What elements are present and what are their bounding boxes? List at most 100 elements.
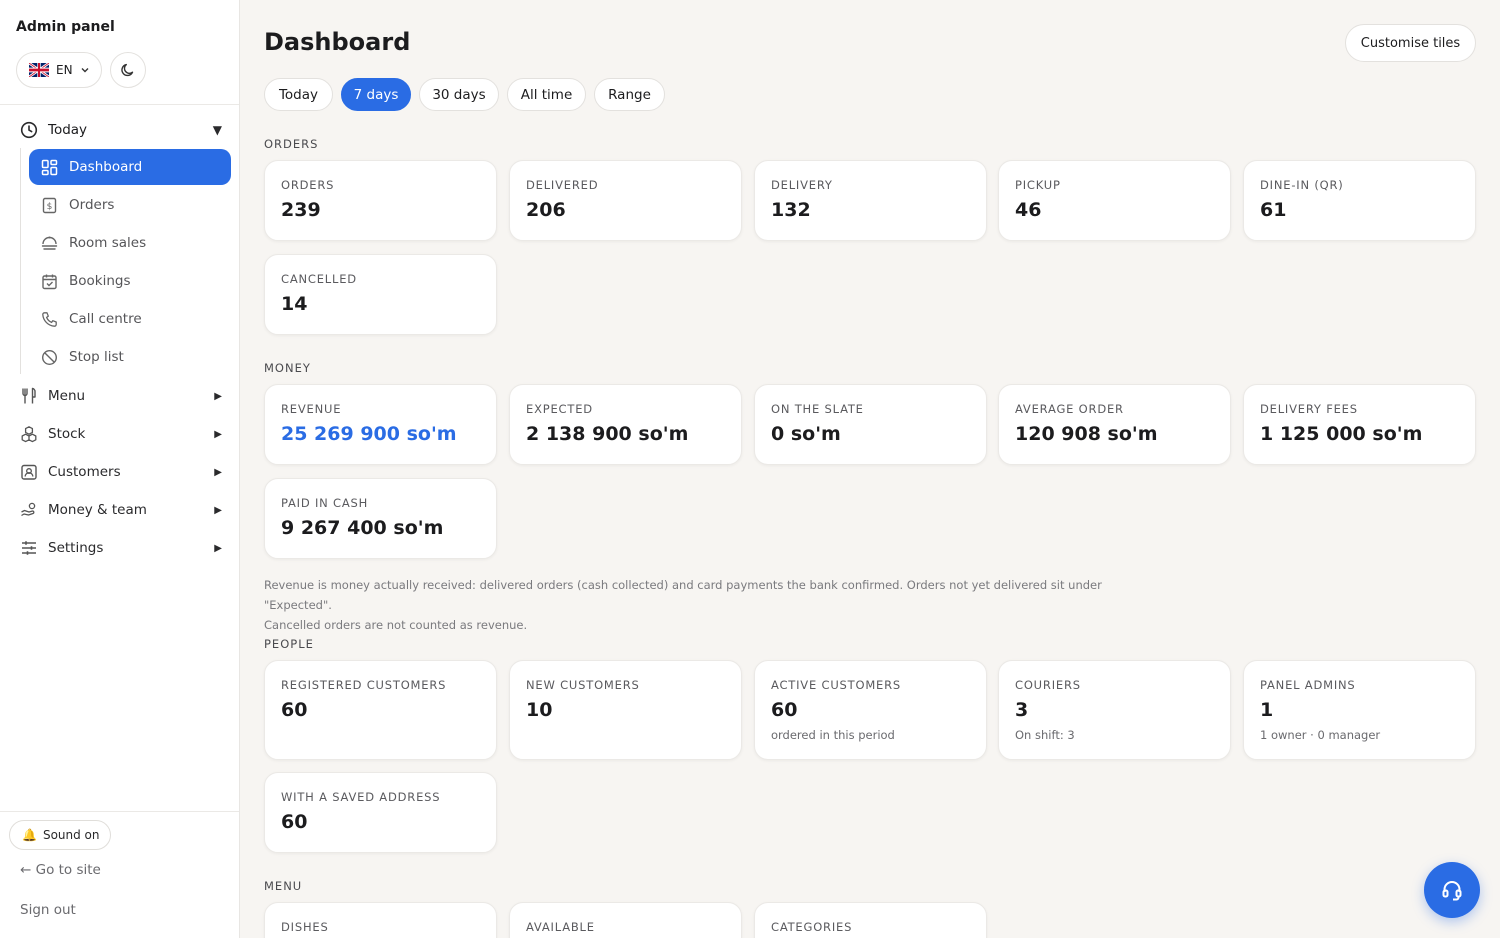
brand-title: Admin panel <box>16 19 115 35</box>
revenue-note-line: Cancelled orders are not counted as reve… <box>264 618 528 632</box>
tile-expected[interactable]: EXPECTED 2 138 900 so'm <box>509 384 742 465</box>
tile-delivery-fees[interactable]: DELIVERY FEES 1 125 000 so'm <box>1243 384 1476 465</box>
support-chat-button[interactable] <box>1424 862 1480 918</box>
tile-value: 61 <box>1260 199 1287 221</box>
tile-on-the-slate[interactable]: ON THE SLATE 0 so'm <box>754 384 987 465</box>
tile-value: 60 <box>281 699 308 721</box>
sidebar-item-label: Orders <box>69 197 115 213</box>
tile-paid-in-cash[interactable]: PAID IN CASH 9 267 400 so'm <box>264 478 497 559</box>
sound-toggle-button[interactable]: 🔔 Sound on <box>9 820 111 850</box>
language-selector[interactable]: EN <box>16 52 102 88</box>
tile-value: 1 125 000 so'm <box>1260 423 1423 445</box>
tile-new-customers[interactable]: NEW CUSTOMERS 10 <box>509 660 742 760</box>
period-range[interactable]: Range <box>594 78 665 111</box>
tile-cancelled[interactable]: CANCELLED 14 <box>264 254 497 335</box>
tile-value: 46 <box>1015 199 1042 221</box>
tile-value: 3 <box>1015 699 1029 721</box>
period-today[interactable]: Today <box>264 78 333 111</box>
period-7-days[interactable]: 7 days <box>341 78 411 111</box>
section-label-orders: ORDERS <box>264 137 319 151</box>
subnav-line <box>20 148 21 374</box>
tile-value: 0 so'm <box>771 423 841 445</box>
tile-label: DELIVERED <box>526 178 599 192</box>
dashboard-icon <box>41 159 58 175</box>
tile-label: DELIVERY <box>771 178 833 192</box>
sidebar-item-room-sales[interactable]: Room sales <box>29 225 231 261</box>
caret-right-icon: ▶ <box>214 390 222 402</box>
sliders-icon <box>22 541 36 555</box>
tile-registered-customers[interactable]: REGISTERED CUSTOMERS 60 <box>264 660 497 760</box>
revenue-note-line: Revenue is money actually received: deli… <box>264 578 1102 612</box>
revenue-note: Revenue is money actually received: deli… <box>264 575 1164 635</box>
tile-label: ON THE SLATE <box>771 402 864 416</box>
hand-coins-icon <box>21 502 36 517</box>
tile-dine-in[interactable]: DINE-IN (QR) 61 <box>1243 160 1476 241</box>
nav-group-label: Today <box>48 122 88 138</box>
tile-label: CANCELLED <box>281 272 357 286</box>
sidebar-item-bookings[interactable]: Bookings <box>29 263 231 299</box>
tile-revenue[interactable]: REVENUE 25 269 900 so'm <box>264 384 497 465</box>
sign-out-link[interactable]: Sign out <box>20 902 76 918</box>
tile-label: ORDERS <box>281 178 335 192</box>
nav-group-stock[interactable]: Stock ▶ <box>20 422 222 446</box>
tile-couriers[interactable]: COURIERS 3 On shift: 3 <box>998 660 1231 760</box>
tile-value: 132 <box>771 199 811 221</box>
theme-toggle-button[interactable] <box>110 52 146 88</box>
tile-subtext: ordered in this period <box>771 728 895 742</box>
bell-icon: 🔔 <box>22 828 37 842</box>
language-label: EN <box>56 63 73 77</box>
period-30-days[interactable]: 30 days <box>419 78 499 111</box>
tile-delivery[interactable]: DELIVERY 132 <box>754 160 987 241</box>
nav-group-settings[interactable]: Settings ▶ <box>20 536 222 560</box>
nav-group-money-team[interactable]: Money & team ▶ <box>20 498 222 522</box>
nav-group-today[interactable]: Today ▼ <box>20 118 222 142</box>
nav-group-customers[interactable]: Customers ▶ <box>20 460 222 484</box>
sidebar-item-stop-list[interactable]: Stop list <box>29 339 231 375</box>
go-to-site-link[interactable]: ← Go to site <box>20 862 101 878</box>
sidebar-divider <box>0 104 239 105</box>
tile-value: 25 269 900 so'm <box>281 423 457 445</box>
sidebar-item-orders[interactable]: $ Orders <box>29 187 231 223</box>
uk-flag-icon <box>29 63 49 77</box>
tile-value: 239 <box>281 199 321 221</box>
tile-label: PAID IN CASH <box>281 496 369 510</box>
sidebar-item-dashboard[interactable]: Dashboard <box>29 149 231 185</box>
tile-saved-address[interactable]: WITH A SAVED ADDRESS 60 <box>264 772 497 853</box>
page-title: Dashboard <box>264 28 411 56</box>
nav-group-label: Money & team <box>48 502 147 518</box>
tile-active-customers[interactable]: ACTIVE CUSTOMERS 60 ordered in this peri… <box>754 660 987 760</box>
section-label-money: MONEY <box>264 361 311 375</box>
contact-icon <box>21 464 37 480</box>
tile-dishes[interactable]: DISHES <box>264 902 497 938</box>
tile-value: 120 908 so'm <box>1015 423 1158 445</box>
tile-delivered[interactable]: DELIVERED 206 <box>509 160 742 241</box>
sound-label: Sound on <box>42 828 100 842</box>
nav-group-label: Settings <box>48 540 104 556</box>
tile-label: WITH A SAVED ADDRESS <box>281 790 441 804</box>
tile-pickup[interactable]: PICKUP 46 <box>998 160 1231 241</box>
sidebar-item-call-centre[interactable]: Call centre <box>29 301 231 337</box>
tile-categories[interactable]: CATEGORIES <box>754 902 987 938</box>
tile-subtext: On shift: 3 <box>1015 728 1075 742</box>
tile-value: 60 <box>771 699 798 721</box>
caret-right-icon: ▶ <box>214 504 222 516</box>
tile-label: DISHES <box>281 920 329 934</box>
tile-available[interactable]: AVAILABLE <box>509 902 742 938</box>
caret-right-icon: ▶ <box>214 428 222 440</box>
sidebar-item-label: Bookings <box>69 273 131 289</box>
tile-panel-admins[interactable]: PANEL ADMINS 1 1 owner · 0 manager <box>1243 660 1476 760</box>
tile-average-order[interactable]: AVERAGE ORDER 120 908 so'm <box>998 384 1231 465</box>
nav-group-menu[interactable]: Menu ▶ <box>20 384 222 408</box>
tile-value: 206 <box>526 199 566 221</box>
tile-subtext: 1 owner · 0 manager <box>1260 728 1381 742</box>
customise-tiles-button[interactable]: Customise tiles <box>1345 24 1476 62</box>
tile-label: EXPECTED <box>526 402 593 416</box>
tile-orders[interactable]: ORDERS 239 <box>264 160 497 241</box>
chevron-down-icon <box>81 68 89 73</box>
tile-label: CATEGORIES <box>771 920 853 934</box>
section-label-people: PEOPLE <box>264 637 314 651</box>
phone-icon <box>42 311 57 327</box>
ban-icon <box>41 349 58 365</box>
period-all-time[interactable]: All time <box>507 78 586 111</box>
tile-value: 14 <box>281 293 308 315</box>
